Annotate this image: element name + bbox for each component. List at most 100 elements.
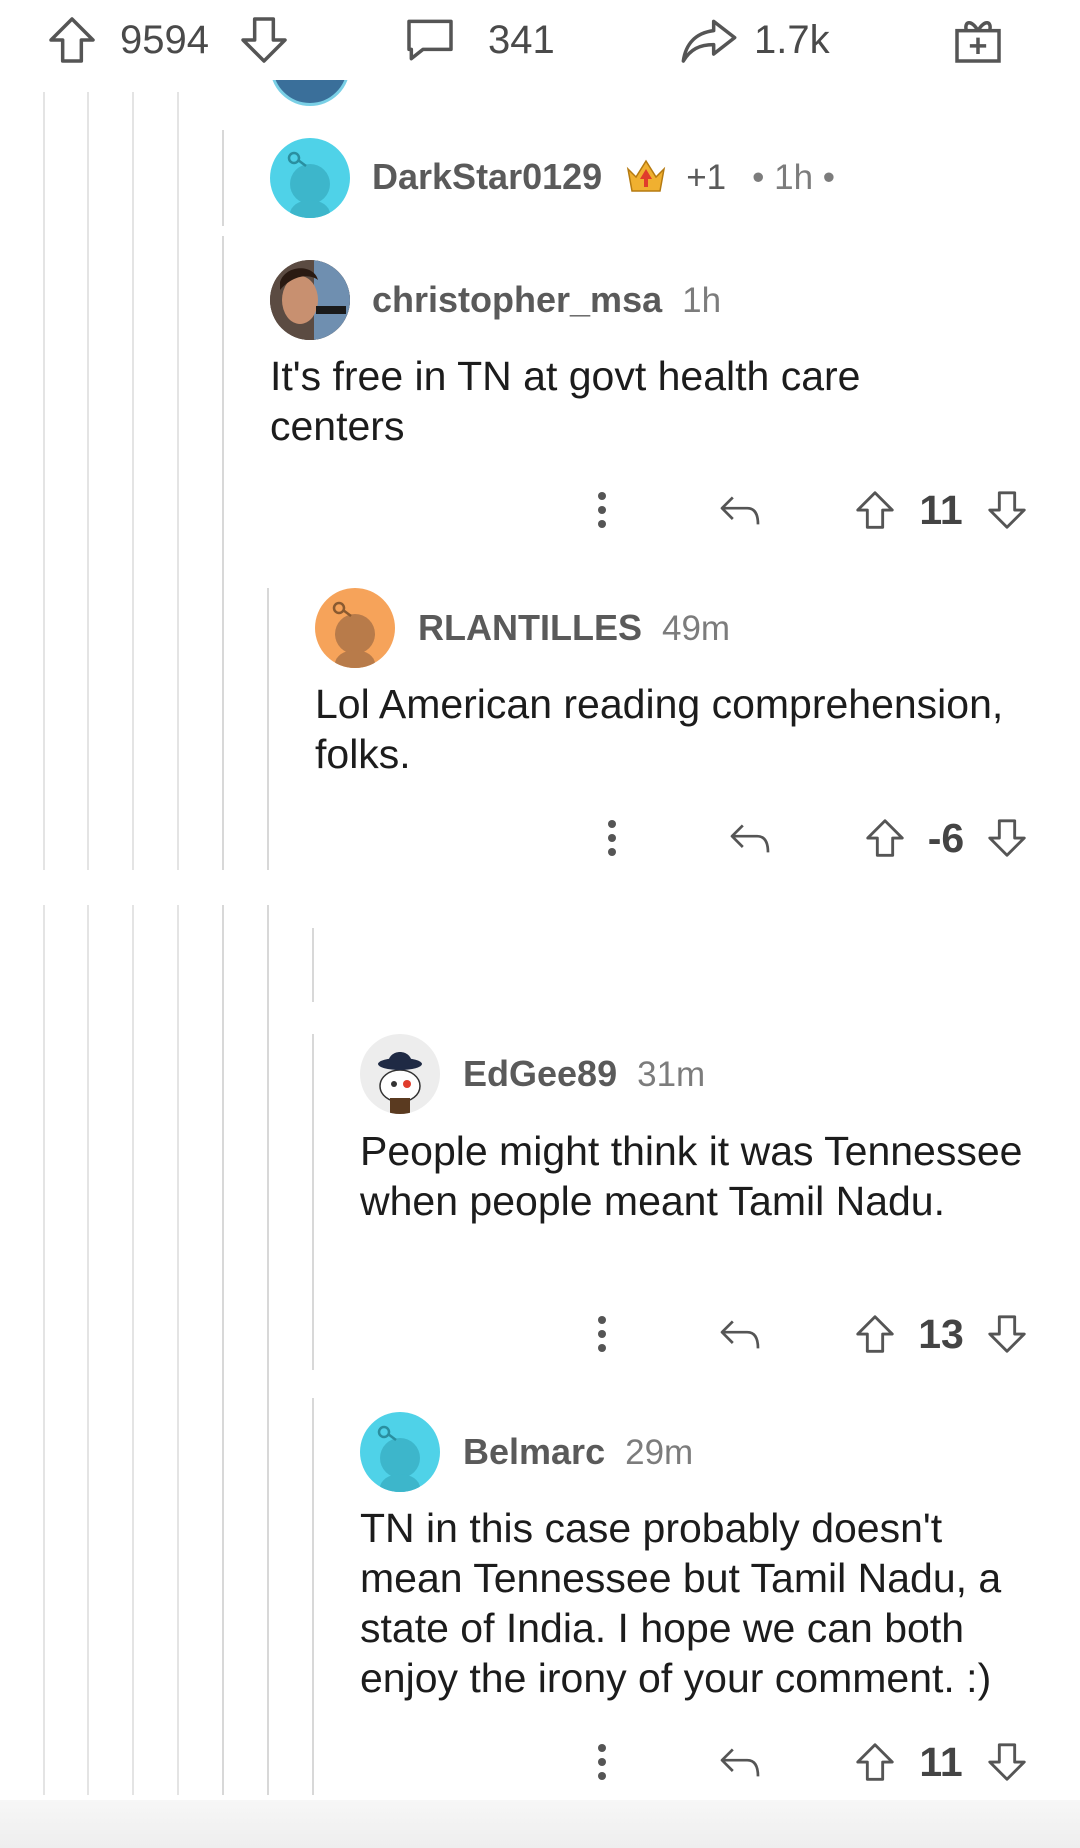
avatar[interactable] — [270, 260, 350, 340]
downvote-icon — [988, 491, 1026, 529]
upvote-button[interactable] — [850, 1304, 900, 1364]
comment-body: TN in this case probably doesn't mean Te… — [360, 1505, 1002, 1701]
username[interactable]: christopher_msa — [372, 279, 662, 320]
thread-line[interactable] — [222, 130, 224, 226]
username[interactable]: Belmarc — [463, 1431, 605, 1472]
comment-score: 13 — [918, 1310, 964, 1357]
more-icon — [598, 492, 606, 528]
downvote-button[interactable] — [982, 480, 1032, 540]
thread-line[interactable] — [267, 905, 269, 1795]
upvote-icon — [856, 1315, 894, 1353]
snoo-icon — [378, 1052, 422, 1114]
snoo-icon — [377, 1425, 420, 1492]
thread-line[interactable] — [87, 905, 89, 1795]
comment-header: christopher_msa 1h — [372, 279, 721, 321]
reply-button[interactable] — [710, 480, 770, 540]
downvote-icon — [241, 17, 287, 63]
thread-line[interactable] — [177, 905, 179, 1795]
username[interactable]: RLANTILLES — [418, 607, 642, 648]
more-button[interactable] — [580, 480, 624, 540]
comment-actions: 11 — [560, 1732, 1040, 1792]
comment-icon — [407, 19, 453, 61]
comment-score: -6 — [927, 814, 965, 861]
avatar[interactable] — [360, 1034, 440, 1114]
gift-icon — [955, 21, 1001, 63]
reply-button[interactable] — [720, 808, 780, 868]
thread-line[interactable] — [312, 1034, 314, 1370]
post-comments-button[interactable]: 341 — [402, 10, 555, 70]
more-button[interactable] — [580, 1732, 624, 1792]
downvote-button[interactable] — [982, 1732, 1032, 1792]
upvote-button[interactable] — [850, 1732, 900, 1792]
reply-button[interactable] — [710, 1304, 770, 1364]
comment-score: 11 — [919, 1738, 963, 1785]
downvote-icon — [988, 1315, 1026, 1353]
post-downvote-button[interactable] — [236, 10, 292, 70]
avatar[interactable] — [360, 1412, 440, 1492]
username[interactable]: DarkStar0129 — [372, 156, 602, 197]
reply-icon — [720, 496, 760, 525]
downvote-button[interactable] — [982, 808, 1032, 868]
comment-score: 11 — [919, 486, 963, 533]
thread-line[interactable] — [267, 588, 269, 870]
thread-line[interactable] — [177, 92, 179, 870]
comment-time: 31m — [637, 1055, 706, 1094]
comment-body: Lol American reading comprehension, folk… — [315, 681, 1004, 777]
comment-time: 1h — [682, 281, 722, 320]
comment-header: Belmarc 29m — [463, 1431, 693, 1473]
post-share-button[interactable]: 1.7k — [678, 10, 830, 70]
post-action-bar: 9594 341 1.7k — [0, 0, 1080, 80]
bottom-bar-edge — [0, 1800, 1080, 1848]
avatar-image — [270, 260, 350, 340]
post-award-button[interactable] — [950, 10, 1006, 70]
more-button[interactable] — [580, 1304, 624, 1364]
comment-actions: 13 — [560, 1304, 1040, 1364]
upvote-icon — [856, 1743, 894, 1781]
reply-button[interactable] — [710, 1732, 770, 1792]
thread-line[interactable] — [312, 928, 314, 1002]
upvote-button[interactable] — [850, 480, 900, 540]
comment-actions: -6 — [570, 808, 1050, 868]
downvote-icon — [988, 819, 1026, 857]
snoo-icon — [287, 151, 330, 218]
thread-line[interactable] — [312, 1398, 314, 1795]
comment-time: • 1h • — [752, 158, 836, 197]
comment-body: It's free in TN at govt health care cent… — [270, 353, 861, 449]
more-icon — [598, 1744, 606, 1780]
comment-time: 49m — [662, 609, 731, 648]
upvote-button[interactable] — [860, 808, 910, 868]
thread-line[interactable] — [132, 92, 134, 870]
thread-line[interactable] — [87, 92, 89, 870]
reply-icon — [720, 1748, 760, 1777]
more-button[interactable] — [590, 808, 634, 868]
comment-header: EdGee89 31m — [463, 1053, 705, 1095]
comment-header: DarkStar0129 +1 • 1h • — [372, 156, 835, 198]
comment-header: RLANTILLES 49m — [418, 607, 730, 649]
thread-line[interactable] — [43, 905, 45, 1795]
avatar[interactable] — [315, 588, 395, 668]
thread-line[interactable] — [43, 92, 45, 870]
thread-line[interactable] — [222, 905, 224, 1795]
post-share-count: 1.7k — [754, 17, 830, 62]
upvote-icon — [49, 17, 95, 63]
post-comment-count: 341 — [488, 17, 555, 62]
more-icon — [608, 820, 616, 856]
reply-icon — [730, 824, 770, 853]
comment-body: People might think it was Tennessee when… — [360, 1128, 1023, 1224]
post-score: 9594 — [120, 17, 209, 62]
downvote-icon — [988, 1743, 1026, 1781]
more-icon — [598, 1316, 606, 1352]
post-upvote-button[interactable] — [44, 10, 100, 70]
reply-icon — [720, 1320, 760, 1349]
comment-actions: 11 — [560, 480, 1040, 540]
upvote-icon — [866, 819, 904, 857]
thread-line[interactable] — [132, 905, 134, 1795]
thread-line[interactable] — [222, 236, 224, 870]
downvote-button[interactable] — [982, 1304, 1032, 1364]
snoo-icon — [332, 601, 375, 668]
comment-time: 29m — [625, 1433, 694, 1472]
username[interactable]: EdGee89 — [463, 1053, 617, 1094]
upvote-icon — [856, 491, 894, 529]
award-count: +1 — [686, 158, 727, 197]
award-icon[interactable] — [624, 157, 668, 197]
